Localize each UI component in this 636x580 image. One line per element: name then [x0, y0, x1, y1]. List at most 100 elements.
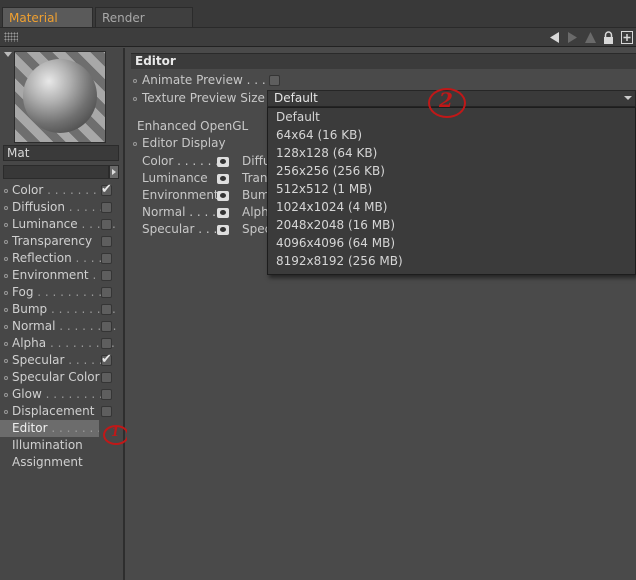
up-arrow-icon[interactable]	[583, 30, 598, 45]
channel-item[interactable]: Reflection . . . . .	[0, 250, 123, 267]
dropdown-option[interactable]: 8192x8192 (256 MB)	[268, 252, 635, 270]
channel-panel: Mat Color . . . . . . . .Diffusion . . .…	[0, 48, 129, 580]
eye-icon[interactable]	[217, 174, 229, 184]
display-item-label: Normal . . . . .	[142, 205, 224, 219]
dropdown-option[interactable]: 1024x1024 (4 MB)	[268, 198, 635, 216]
dropdown-option[interactable]: 4096x4096 (64 MB)	[268, 234, 635, 252]
dropdown-option[interactable]: 256x256 (256 KB)	[268, 162, 635, 180]
bullet-icon	[4, 325, 8, 329]
channel-item[interactable]: Specular . . . . . .	[0, 352, 123, 369]
dropdown-option[interactable]: 512x512 (1 MB)	[268, 180, 635, 198]
channel-item[interactable]: Environment . . .	[0, 267, 123, 284]
channel-item[interactable]: Fog . . . . . . . . . .	[0, 284, 123, 301]
texture-size-dropdown: Default 64x64 (16 KB) 128x128 (64 KB) 256x2…	[267, 107, 636, 275]
channel-item[interactable]: Displacement	[0, 403, 123, 420]
channel-label: Specular Color	[12, 370, 100, 384]
channel-label: Alpha	[12, 336, 47, 350]
animate-preview-label: Animate Preview . . . .	[142, 73, 274, 87]
channel-checkbox[interactable]	[101, 372, 112, 383]
channel-checkbox[interactable]	[101, 406, 112, 417]
grip-icon[interactable]	[4, 32, 18, 42]
channel-label: Fog	[12, 285, 34, 299]
animate-preview-checkbox[interactable]	[269, 75, 280, 86]
channel-label: Reflection	[12, 251, 72, 265]
channel-checkbox[interactable]	[101, 182, 112, 198]
channel-item[interactable]: Assignment	[0, 454, 123, 471]
channel-item[interactable]: Luminance . . . . .	[0, 216, 123, 233]
select-value: Default	[274, 91, 318, 105]
channel-list: Color . . . . . . . .Diffusion . . . . .…	[0, 182, 123, 471]
channel-label: Transparency	[12, 234, 93, 248]
channel-label: Displacement	[12, 404, 95, 418]
channel-label: Luminance	[12, 217, 78, 231]
channel-item[interactable]: Editor . . . . . . . . .	[0, 420, 99, 437]
channel-label: Specular	[12, 353, 65, 367]
channel-item[interactable]: Normal . . . . . . . .	[0, 318, 123, 335]
display-item-label: Tran	[242, 171, 268, 185]
arrow-left-icon[interactable]	[547, 30, 562, 45]
channel-dots: . . . . . . . .	[43, 183, 105, 197]
channel-checkbox[interactable]	[101, 202, 112, 213]
bullet-icon	[4, 257, 8, 261]
channel-item[interactable]: Bump . . . . . . . . .	[0, 301, 123, 318]
channel-checkbox[interactable]	[101, 338, 112, 349]
channel-checkbox[interactable]	[101, 253, 112, 264]
channel-checkbox[interactable]	[101, 389, 112, 400]
expand-arrow-button[interactable]	[109, 165, 119, 179]
channel-label: Diffusion	[12, 200, 65, 214]
eye-icon[interactable]	[217, 191, 229, 201]
new-panel-icon[interactable]	[619, 30, 634, 45]
material-name-field[interactable]: Mat	[3, 145, 119, 161]
channel-checkbox[interactable]	[101, 304, 112, 315]
display-item-label: Color . . . . . .	[142, 154, 220, 168]
tab-render-settings[interactable]: Render Settings	[95, 7, 193, 45]
tab-bar: Material Editor Render Settings	[0, 0, 636, 45]
bullet-icon	[133, 142, 137, 146]
channel-checkbox[interactable]	[101, 321, 112, 332]
channel-label: Normal	[12, 319, 56, 333]
display-item-label: Environment	[142, 188, 219, 202]
channel-checkbox[interactable]	[101, 236, 112, 247]
lock-icon[interactable]	[601, 30, 616, 45]
channel-label: Assignment	[12, 455, 83, 469]
channel-checkbox[interactable]	[101, 287, 112, 298]
dropdown-option[interactable]: 128x128 (64 KB)	[268, 144, 635, 162]
dropdown-option[interactable]: 64x64 (16 KB)	[268, 126, 635, 144]
editor-display-label: Editor Display	[142, 136, 226, 150]
material-editor-window: Material Editor Render Settings	[0, 0, 636, 580]
bullet-icon	[4, 410, 8, 414]
channel-item[interactable]: Transparency	[0, 233, 123, 250]
material-preview[interactable]	[14, 51, 106, 143]
channel-item[interactable]: Alpha . . . . . . . . .	[0, 335, 123, 352]
chevron-down-icon[interactable]	[4, 52, 12, 57]
display-item-label: Specular . . .	[142, 222, 218, 236]
bullet-icon	[4, 359, 8, 363]
eye-icon[interactable]	[217, 157, 229, 167]
channel-item[interactable]: Color . . . . . . . .	[0, 182, 123, 199]
channel-label: Glow	[12, 387, 42, 401]
channel-item[interactable]: Glow . . . . . . . . .	[0, 386, 123, 403]
dropdown-option[interactable]: 2048x2048 (16 MB)	[268, 216, 635, 234]
display-item-label: Alph	[242, 205, 269, 219]
bullet-icon	[4, 223, 8, 227]
arrow-right-icon[interactable]	[565, 30, 580, 45]
channel-dots: . . . . . . . . .	[51, 421, 99, 435]
tab-material-editor[interactable]: Material Editor	[2, 7, 93, 45]
bullet-icon	[4, 274, 8, 278]
channel-scrollbar[interactable]	[3, 165, 109, 179]
channel-checkbox[interactable]	[101, 270, 112, 281]
display-item-label: Luminance	[142, 171, 208, 185]
channel-checkbox[interactable]	[101, 219, 112, 230]
channel-item[interactable]: Specular Color	[0, 369, 123, 386]
channel-label: Illumination	[12, 438, 83, 452]
eye-icon[interactable]	[217, 208, 229, 218]
channel-label: Environment	[12, 268, 89, 282]
bullet-icon	[4, 291, 8, 295]
toolbar	[0, 28, 636, 47]
bullet-icon	[4, 342, 8, 346]
eye-icon[interactable]	[217, 225, 229, 235]
preview-sphere	[23, 59, 97, 133]
channel-checkbox[interactable]	[101, 352, 112, 368]
bullet-icon	[4, 376, 8, 380]
channel-item[interactable]: Diffusion . . . . . .	[0, 199, 123, 216]
